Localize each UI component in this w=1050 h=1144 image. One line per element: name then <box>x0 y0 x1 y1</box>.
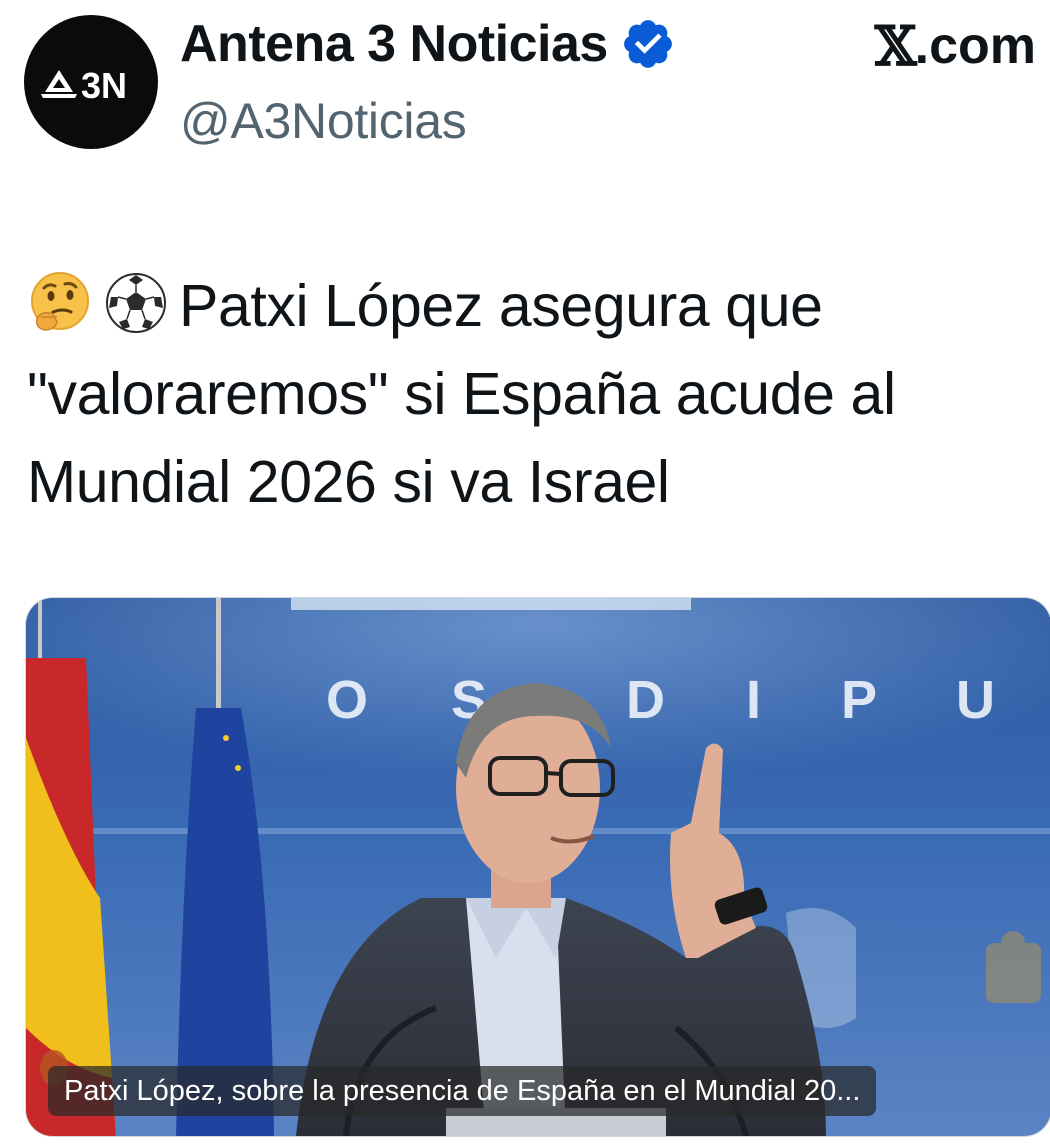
name-row: Antena 3 Noticias <box>180 12 676 76</box>
tweet-card: 3N Antena 3 Noticias @A3Noticias 𝕏 .com <box>0 0 1050 1144</box>
tweet-line-3: Mundial 2026 si va Israel <box>27 449 670 515</box>
verified-badge-icon <box>620 16 676 72</box>
x-com-watermark: 𝕏 .com <box>875 14 1036 78</box>
news-photo: O S D I P U <box>26 598 1050 1136</box>
tweet-media[interactable]: O S D I P U Patxi López, sobre la presen… <box>25 597 1050 1137</box>
image-caption: Patxi López, sobre la presencia de Españ… <box>48 1066 877 1116</box>
wall-letter: P <box>841 670 877 730</box>
wall-letter: O <box>326 670 368 730</box>
wall-letter: D <box>626 670 665 730</box>
tweet-line-1-text: Patxi López asegura que <box>179 273 823 339</box>
thinking-face-icon <box>27 270 93 336</box>
account-handle[interactable]: @A3Noticias <box>180 92 467 150</box>
wall-letter: I <box>746 670 761 730</box>
soccer-ball-icon <box>103 270 169 336</box>
tweet-text: Patxi López asegura que "valoraremos" si… <box>27 262 1027 526</box>
wall-letter: U <box>956 670 995 730</box>
tweet-line-1: Patxi López asegura que <box>27 262 1027 350</box>
antena3-logo-icon: 3N <box>41 65 127 106</box>
tweet-line-2: "valoraremos" si España acude al <box>27 361 896 427</box>
x-logo-icon: 𝕏 <box>874 14 917 78</box>
site-suffix: .com <box>914 17 1036 75</box>
display-name[interactable]: Antena 3 Noticias <box>180 14 608 74</box>
account-avatar[interactable]: 3N <box>24 15 158 149</box>
avatar-text: 3N <box>81 65 127 106</box>
